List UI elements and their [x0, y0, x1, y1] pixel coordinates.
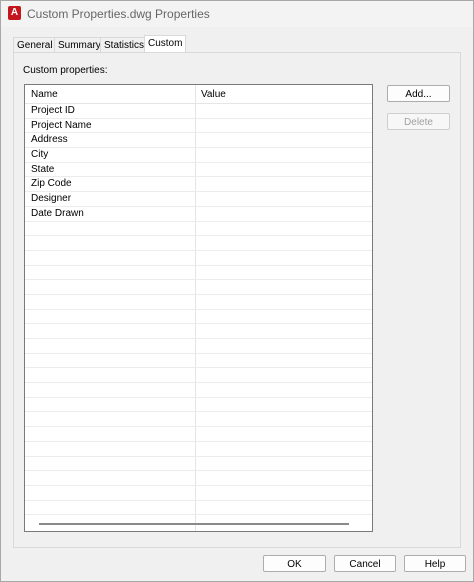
property-row[interactable]: Address: [25, 133, 372, 149]
autocad-app-icon: A: [8, 6, 21, 20]
empty-row: [25, 368, 372, 384]
empty-row: [25, 412, 372, 428]
empty-row: [25, 486, 372, 501]
property-name: Project ID: [31, 105, 75, 116]
property-name: Designer: [31, 193, 72, 205]
tab-general[interactable]: General: [13, 37, 57, 53]
title-bar: A Custom Properties.dwg Properties: [1, 1, 473, 27]
delete-button[interactable]: Delete: [387, 113, 450, 130]
column-header-value[interactable]: Value: [201, 89, 226, 100]
list-header: Name Value: [25, 85, 372, 104]
property-name: Date Drawn: [31, 207, 84, 219]
empty-row: [25, 324, 372, 339]
column-header-name[interactable]: Name: [31, 89, 58, 100]
property-row[interactable]: Designer: [25, 192, 372, 207]
tab-statistics[interactable]: Statistics: [100, 37, 149, 53]
custom-properties-list[interactable]: Name Value Project ID Project Name Addre…: [24, 84, 373, 532]
empty-row: [25, 383, 372, 398]
empty-row: [25, 310, 372, 325]
empty-row: [25, 501, 372, 516]
property-name: Zip Code: [31, 178, 72, 190]
empty-row: [25, 251, 372, 266]
empty-row: [25, 427, 372, 442]
property-row[interactable]: City: [25, 148, 372, 163]
empty-row: [25, 398, 372, 413]
empty-row: [25, 457, 372, 472]
empty-row: [25, 266, 372, 281]
empty-row: [25, 236, 372, 251]
add-button[interactable]: Add...: [387, 85, 450, 102]
property-rows: Project ID Project Name Address City Sta…: [25, 104, 372, 516]
property-row[interactable]: State: [25, 163, 372, 178]
empty-row: [25, 222, 372, 237]
cancel-button[interactable]: Cancel: [334, 555, 396, 572]
empty-row: [25, 280, 372, 295]
property-row[interactable]: Zip Code: [25, 177, 372, 193]
empty-row: [25, 471, 372, 486]
ok-button[interactable]: OK: [263, 555, 326, 572]
custom-properties-label: Custom properties:: [23, 65, 108, 76]
empty-row: [25, 354, 372, 369]
horizontal-scrollbar[interactable]: [39, 523, 349, 525]
tab-custom[interactable]: Custom: [144, 35, 187, 53]
properties-dialog: A Custom Properties.dwg Properties Gener…: [0, 0, 474, 582]
empty-rows: [25, 222, 372, 516]
property-name: Project Name: [31, 119, 92, 131]
help-button[interactable]: Help: [404, 555, 466, 572]
property-row[interactable]: Date Drawn: [25, 207, 372, 222]
property-name: Address: [31, 134, 68, 146]
property-name: City: [31, 149, 49, 161]
property-name: State: [31, 163, 55, 175]
property-row[interactable]: Project Name: [25, 119, 372, 134]
empty-row: [25, 442, 372, 457]
tab-summary[interactable]: Summary: [54, 37, 105, 53]
window-title: Custom Properties.dwg Properties: [27, 7, 210, 21]
property-row[interactable]: Project ID: [25, 104, 372, 119]
empty-row: [25, 295, 372, 310]
empty-row: [25, 339, 372, 354]
